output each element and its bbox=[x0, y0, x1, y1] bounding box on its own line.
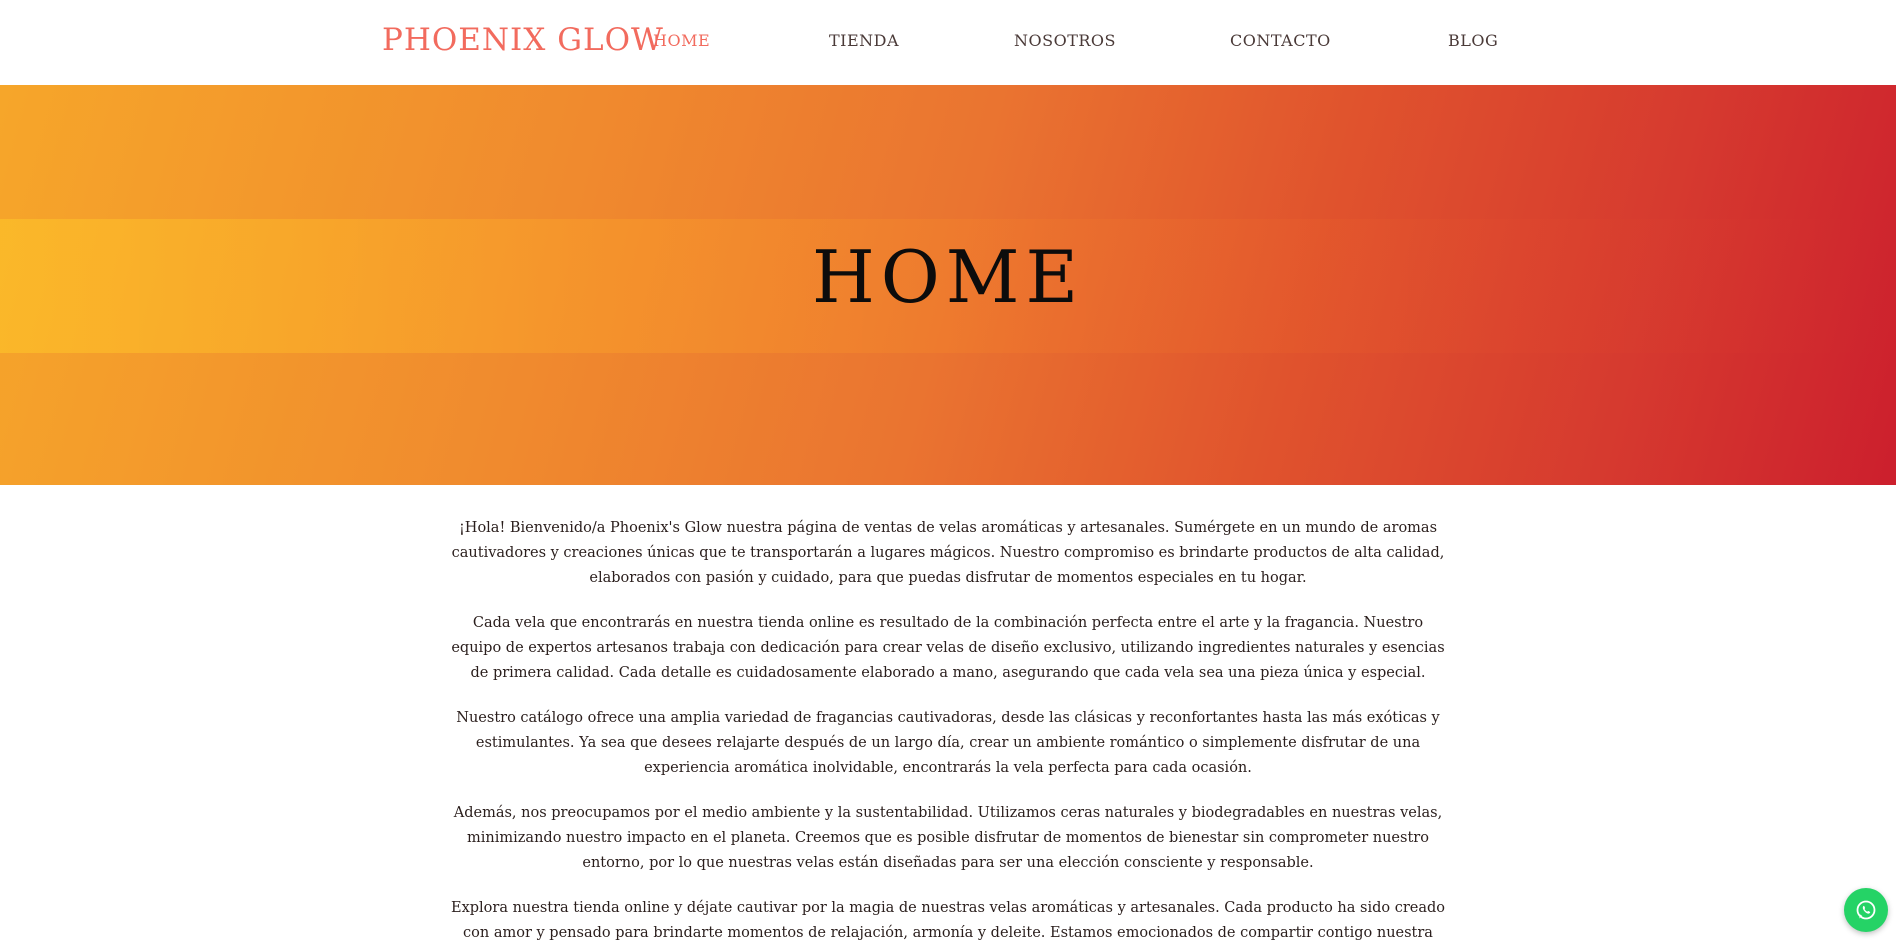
hero-banner: HOME bbox=[0, 85, 1896, 485]
explore-paragraph: Explora nuestra tienda online y déjate c… bbox=[450, 900, 1446, 941]
nav-home[interactable]: HOME bbox=[653, 31, 710, 50]
nav-blog[interactable]: BLOG bbox=[1448, 31, 1498, 50]
catalog-paragraph: Nuestro catálogo ofrece una amplia varie… bbox=[456, 710, 1440, 776]
whatsapp-icon bbox=[1856, 900, 1876, 920]
site-logo[interactable]: PHOENIX GLOW bbox=[382, 22, 664, 58]
nav-contacto[interactable]: CONTACTO bbox=[1230, 31, 1331, 50]
nav-nosotros[interactable]: NOSOTROS bbox=[1014, 31, 1116, 50]
intro-paragraph: ¡Hola! Bienvenido/a Phoenix's Glow nuest… bbox=[451, 520, 1445, 586]
whatsapp-button[interactable] bbox=[1844, 888, 1888, 932]
sustainability-paragraph: Además, nos preocupamos por el medio amb… bbox=[453, 805, 1443, 871]
nav-tienda[interactable]: TIENDA bbox=[829, 31, 899, 50]
site-header: PHOENIX GLOW HOME TIENDA NOSOTROS CONTAC… bbox=[0, 0, 1896, 85]
hero-title: HOME bbox=[811, 235, 1085, 319]
main-content: ¡Hola! Bienvenido/a Phoenix's Glow nuest… bbox=[448, 516, 1448, 945]
craft-paragraph: Cada vela que encontrarás en nuestra tie… bbox=[451, 615, 1445, 681]
